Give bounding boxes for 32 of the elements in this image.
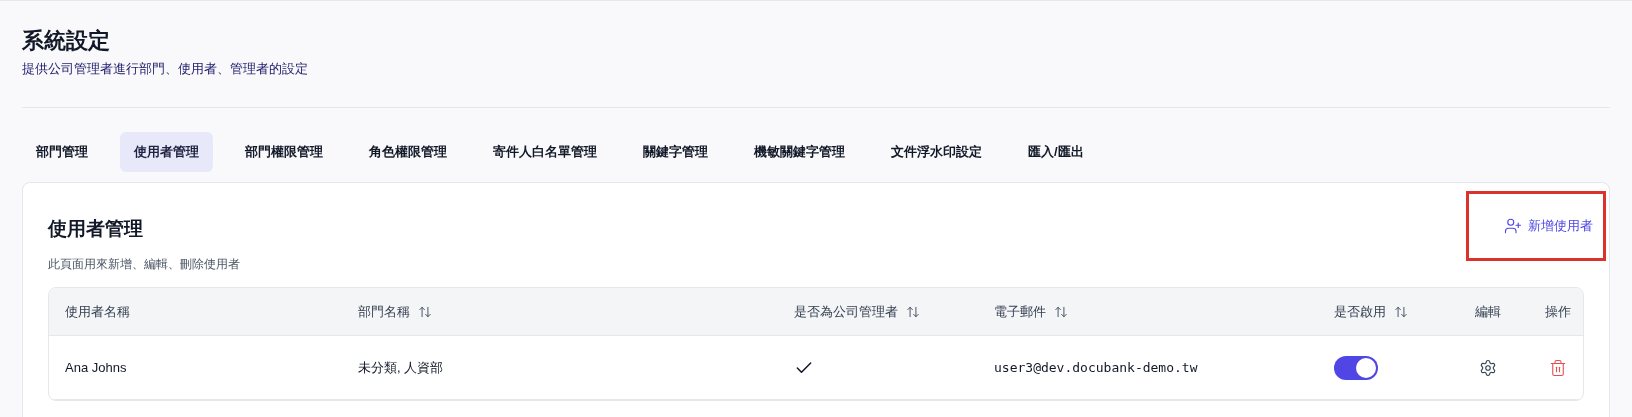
table-cell: user3@dev.docubank-demo.tw bbox=[994, 359, 1198, 375]
section-description: 此頁面用來新增、編輯、刪除使用者 bbox=[48, 256, 240, 273]
page-subtitle: 提供公司管理者進行部門、使用者、管理者的設定 bbox=[22, 60, 308, 78]
tab[interactable]: 文件浮水印設定 bbox=[877, 131, 996, 172]
table-cell: 未分類, 人資部 bbox=[358, 359, 444, 375]
sort-icon[interactable] bbox=[1054, 304, 1068, 319]
tab[interactable]: 匯入/匯出 bbox=[1014, 131, 1098, 172]
add-user-button[interactable]: 新增使用者 bbox=[1502, 211, 1595, 240]
sort-icon[interactable] bbox=[418, 304, 432, 319]
tab[interactable]: 部門權限管理 bbox=[231, 131, 337, 172]
sort-icon[interactable] bbox=[906, 304, 920, 319]
column-header[interactable]: 電子郵件 bbox=[994, 301, 1068, 322]
column-header[interactable]: 部門名稱 bbox=[358, 301, 432, 322]
tab[interactable]: 部門管理 bbox=[22, 131, 102, 172]
table-cell: Ana Johns bbox=[65, 359, 127, 375]
column-header[interactable]: 是否為公司管理者 bbox=[794, 301, 920, 322]
page-title: 系統設定 bbox=[22, 27, 110, 55]
tab[interactable]: 機敏關鍵字管理 bbox=[740, 131, 859, 172]
tab[interactable]: 寄件人白名單管理 bbox=[479, 131, 611, 172]
column-header: 編輯 bbox=[1475, 302, 1501, 321]
column-header[interactable]: 是否啟用 bbox=[1334, 301, 1408, 322]
tab[interactable]: 角色權限管理 bbox=[355, 131, 461, 172]
toggle-switch[interactable] bbox=[1334, 355, 1378, 380]
sort-icon[interactable] bbox=[1394, 304, 1408, 319]
column-header: 使用者名稱 bbox=[65, 302, 130, 321]
user-plus-icon bbox=[1504, 216, 1522, 235]
settings-button[interactable] bbox=[1479, 358, 1497, 377]
section-title: 使用者管理 bbox=[48, 216, 143, 241]
delete-button[interactable] bbox=[1549, 358, 1567, 377]
column-header: 操作 bbox=[1545, 302, 1571, 321]
tab[interactable]: 使用者管理 bbox=[120, 131, 213, 172]
tab[interactable]: 關鍵字管理 bbox=[629, 131, 722, 172]
